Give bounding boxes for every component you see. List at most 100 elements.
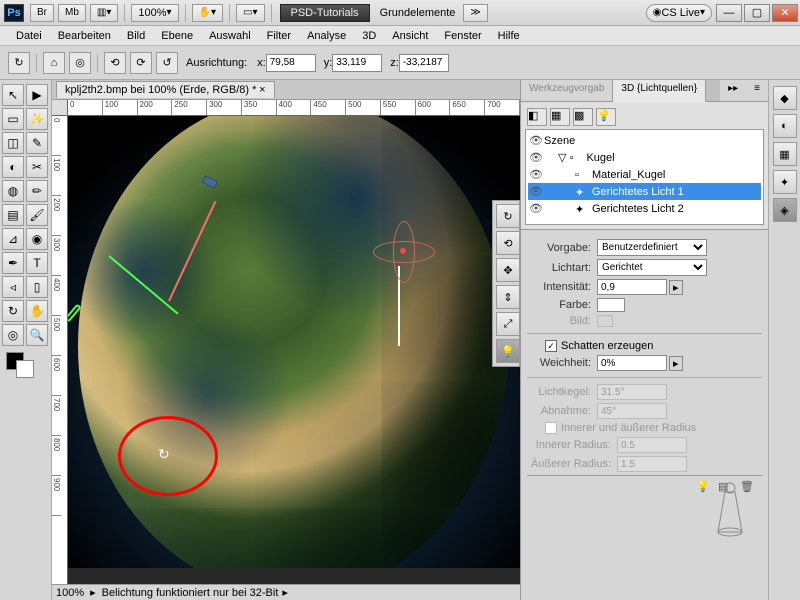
vertical-ruler[interactable]: 0100200300400500600700800900	[52, 116, 68, 584]
color-chip[interactable]	[597, 298, 625, 312]
shadow-checkbox[interactable]: ✓	[545, 340, 557, 352]
menu-hilfe[interactable]: Hilfe	[490, 30, 528, 42]
close-button[interactable]: ✕	[772, 4, 798, 22]
active-tool-icon[interactable]: ↻	[8, 52, 30, 74]
workspace-more-button[interactable]: ≫	[463, 4, 487, 22]
visibility-eye-icon[interactable]: 👁	[528, 202, 544, 215]
disclosure-icon[interactable]: ▽	[558, 151, 566, 164]
tool-2[interactable]: ▭	[2, 108, 24, 130]
filter-light-icon[interactable]: 💡	[596, 108, 616, 126]
tool-13[interactable]: ◉	[26, 228, 48, 250]
menu-bearbeiten[interactable]: Bearbeiten	[50, 30, 119, 42]
bridge-button[interactable]: Br	[30, 4, 54, 22]
menu-ansicht[interactable]: Ansicht	[384, 30, 436, 42]
layers-panel-icon[interactable]: ▦	[773, 142, 797, 166]
tree-row-0[interactable]: 👁▽ ▫Kugel	[528, 149, 761, 166]
visibility-eye-icon[interactable]: 👁	[528, 151, 544, 164]
status-zoom[interactable]: 100%	[56, 587, 84, 599]
visibility-eye-icon[interactable]: 👁	[528, 134, 544, 147]
z-input[interactable]	[399, 54, 449, 72]
workspace-label[interactable]: PSD-Tutorials	[280, 4, 370, 22]
tab-close-icon[interactable]: ×	[259, 84, 265, 96]
lighttype-select[interactable]: Gerichtet	[597, 259, 707, 276]
3d-slide-tool[interactable]: ⇕	[496, 285, 520, 309]
menu-datei[interactable]: Datei	[8, 30, 50, 42]
adjustments-panel-icon[interactable]: ✦	[773, 170, 797, 194]
canvas[interactable]: ↻	[68, 116, 520, 568]
horizontal-ruler[interactable]: 0100200250300350400450500550600650700	[68, 100, 520, 116]
softness-input[interactable]	[597, 355, 667, 371]
tool-10[interactable]: ▤	[2, 204, 24, 226]
screen-mode-button[interactable]: ▥▾	[90, 4, 118, 22]
tool-7[interactable]: ✂	[26, 156, 48, 178]
tool-6[interactable]: ◐	[2, 156, 24, 178]
panel-tab-toolpresets[interactable]: Werkzeugvorgab	[521, 80, 613, 101]
tool-1[interactable]: ▶	[26, 84, 48, 106]
tool-0[interactable]: ↖	[2, 84, 24, 106]
tool-18[interactable]: ↻	[2, 300, 24, 322]
tree-scene-row[interactable]: 👁 Szene	[528, 132, 761, 149]
filter-mesh-icon[interactable]: ▦	[550, 108, 570, 126]
menu-bild[interactable]: Bild	[119, 30, 153, 42]
home-icon[interactable]: ⌂	[43, 52, 65, 74]
3d-rotate-tool[interactable]: ↻	[496, 204, 520, 228]
tool-16[interactable]: ◃	[2, 276, 24, 298]
preset-select[interactable]: Benutzerdefiniert	[597, 239, 707, 256]
3d-pan-tool[interactable]: ✥	[496, 258, 520, 282]
menu-analyse[interactable]: Analyse	[299, 30, 354, 42]
color-swatches[interactable]	[2, 352, 49, 382]
menu-auswahl[interactable]: Auswahl	[201, 30, 259, 42]
3d-light-tool[interactable]: 💡	[496, 339, 520, 363]
tool-8[interactable]: ◍	[2, 180, 24, 202]
swatches-panel-icon[interactable]: ◐	[773, 114, 797, 138]
panel-menu-icon[interactable]: ≡	[746, 80, 768, 101]
background-swatch[interactable]	[16, 360, 34, 378]
menu-filter[interactable]: Filter	[259, 30, 299, 42]
panel-collapse-icon[interactable]: ▸▸	[720, 80, 746, 101]
maximize-button[interactable]: ▢	[744, 4, 770, 22]
minimize-button[interactable]: —	[716, 4, 742, 22]
tree-row-3[interactable]: 👁✦Gerichtetes Licht 2	[528, 200, 761, 217]
y-input[interactable]	[332, 54, 382, 72]
tool-12[interactable]: ⊿	[2, 228, 24, 250]
menu-fenster[interactable]: Fenster	[436, 30, 489, 42]
tree-row-2[interactable]: 👁✦Gerichtetes Licht 1	[528, 183, 761, 200]
3d-roll-tool[interactable]: ⟲	[496, 231, 520, 255]
cslive-button[interactable]: ◉ CS Live ▾	[646, 4, 712, 22]
tool-11[interactable]: 🖌	[26, 204, 48, 226]
softness-stepper[interactable]: ▸	[669, 356, 683, 371]
tool-20[interactable]: ◎	[2, 324, 24, 346]
tool-9[interactable]: ✏	[26, 180, 48, 202]
visibility-eye-icon[interactable]: 👁	[528, 168, 544, 181]
tool-4[interactable]: ◫	[2, 132, 24, 154]
ruler-origin[interactable]	[52, 100, 68, 116]
tool-5[interactable]: ✎	[26, 132, 48, 154]
workspace-secondary[interactable]: Grundelemente	[374, 7, 462, 19]
document-tab[interactable]: kplj2th2.bmp bei 100% (Erde, RGB/8) * ×	[56, 81, 275, 98]
menu-3d[interactable]: 3D	[354, 30, 384, 42]
tool-14[interactable]: ✒	[2, 252, 24, 274]
tool-15[interactable]: T	[26, 252, 48, 274]
intensity-stepper[interactable]: ▸	[669, 280, 683, 295]
rotate-y-icon[interactable]: ⟳	[130, 52, 152, 74]
filter-scene-icon[interactable]: ◧	[527, 108, 547, 126]
menu-ebene[interactable]: Ebene	[153, 30, 201, 42]
rotate-z-icon[interactable]: ↺	[156, 52, 178, 74]
tree-row-1[interactable]: 👁▫Material_Kugel	[528, 166, 761, 183]
rotate-x-icon[interactable]: ⟲	[104, 52, 126, 74]
tool-3[interactable]: ✨	[26, 108, 48, 130]
3d-panel-icon[interactable]: ◈	[773, 198, 797, 222]
rotation-gizmo[interactable]	[368, 216, 438, 286]
minibridge-button[interactable]: Mb	[58, 4, 86, 22]
color-panel-icon[interactable]: ◆	[773, 86, 797, 110]
visibility-eye-icon[interactable]: 👁	[528, 185, 544, 198]
orbit-icon[interactable]: ◎	[69, 52, 91, 74]
scene-tree[interactable]: 👁 Szene 👁▽ ▫Kugel👁▫Material_Kugel👁✦Geric…	[525, 129, 764, 225]
hand-tool-button[interactable]: ✋▾	[192, 4, 223, 22]
tool-19[interactable]: ✋	[26, 300, 48, 322]
zoom-level-dropdown[interactable]: 100% ▾	[131, 4, 178, 22]
intensity-input[interactable]	[597, 279, 667, 295]
view-mode-button[interactable]: ▭▾	[236, 4, 264, 22]
tool-17[interactable]: ▯	[26, 276, 48, 298]
tool-21[interactable]: 🔍	[26, 324, 48, 346]
